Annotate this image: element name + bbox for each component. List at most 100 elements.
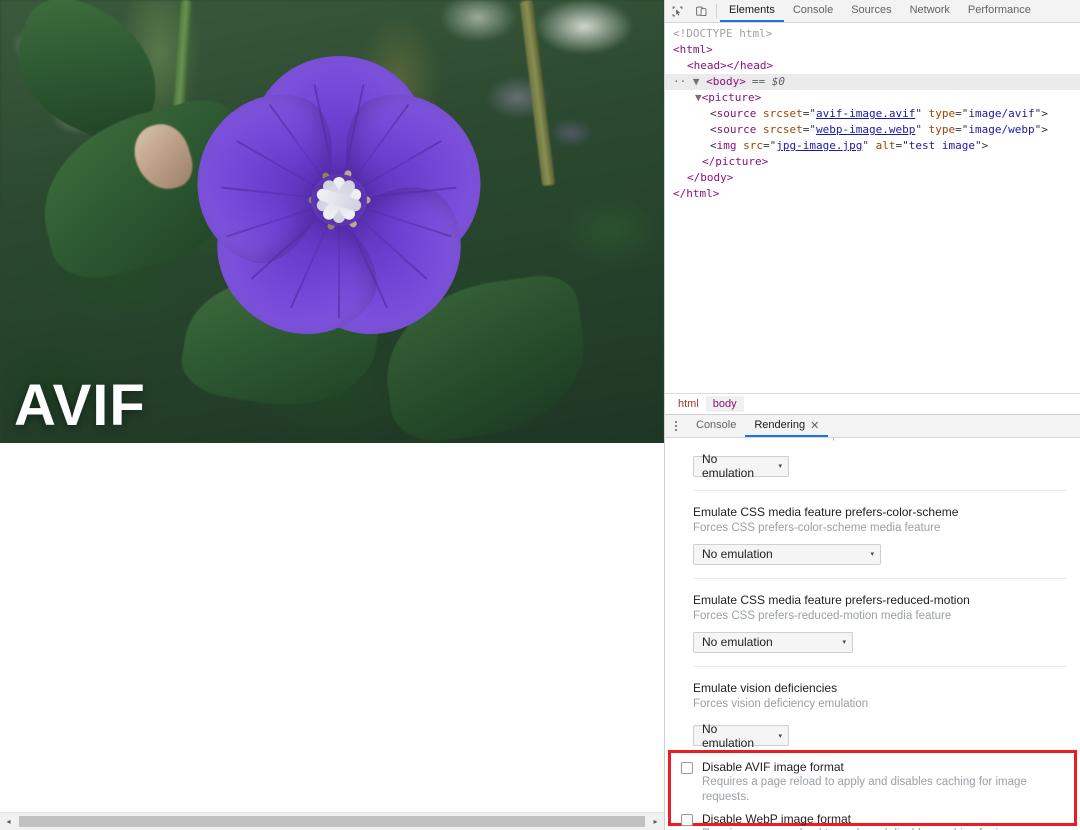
tab-performance[interactable]: Performance (959, 0, 1040, 22)
avif-srcset-value[interactable]: avif-image.avif (816, 107, 915, 120)
img-src-value[interactable]: jpg-image.jpg (776, 139, 862, 152)
image-format-label: AVIF (14, 377, 146, 435)
section-divider (693, 578, 1066, 579)
rendering-section-prefers-reduced-motion: Emulate CSS media feature prefers-reduce… (665, 592, 1080, 653)
disable-webp-checkbox[interactable] (681, 814, 693, 826)
disable-avif-desc: Requires a page reload to apply and disa… (702, 775, 1068, 805)
tab-console[interactable]: Console (784, 0, 842, 22)
scroll-right-arrow-icon[interactable]: ▸ (647, 813, 664, 830)
picture-close-tag: </picture> (702, 155, 768, 168)
dom-line-head[interactable]: <head></head> (665, 58, 1080, 74)
picture-open-tag: <picture> (702, 91, 762, 104)
prefers-contrast-select[interactable]: No emulation ▾ (693, 456, 789, 477)
webp-type-value: image/webp (968, 123, 1034, 136)
type-attr-name: type (929, 123, 956, 136)
device-toolbar-icon[interactable] (689, 0, 713, 22)
body-open-tag: <body> (706, 75, 746, 88)
alt-attr-name: alt (876, 139, 896, 152)
dom-line-doctype[interactable]: <!DOCTYPE html> (665, 26, 1080, 42)
scrollbar-thumb[interactable] (19, 816, 645, 827)
tab-network[interactable]: Network (901, 0, 959, 22)
prefers-reduced-motion-select-value: No emulation (702, 635, 773, 649)
disable-avif-checkbox[interactable] (681, 762, 693, 774)
rendering-section-vision-deficiencies: Emulate vision deficiencies Forces visio… (665, 680, 1080, 747)
breadcrumb-item-body[interactable]: body (706, 396, 744, 412)
rendering-section-prefers-color-scheme: Emulate CSS media feature prefers-color-… (665, 504, 1080, 565)
tab-elements[interactable]: Elements (720, 0, 784, 22)
devtools-tabbar: Elements Console Sources Network Perform… (665, 0, 1080, 23)
inspect-element-icon[interactable] (665, 0, 689, 22)
prefers-color-scheme-title: Emulate CSS media feature prefers-color-… (693, 504, 1066, 520)
img-tag-name: img (717, 139, 737, 152)
dom-line-picture-open[interactable]: ▼<picture> (665, 90, 1080, 106)
vision-deficiencies-select[interactable]: No emulation ▾ (693, 725, 789, 746)
prefers-reduced-motion-title: Emulate CSS media feature prefers-reduce… (693, 592, 1066, 608)
chevron-down-icon: ▾ (778, 732, 782, 740)
doctype-text: <!DOCTYPE html> (673, 27, 772, 40)
close-icon[interactable]: ✕ (810, 419, 819, 432)
prefers-color-scheme-select[interactable]: No emulation ▾ (693, 544, 881, 565)
img-alt-value: test image (909, 139, 975, 152)
type-attr-name: type (929, 107, 956, 120)
prefers-reduced-motion-desc: Forces CSS prefers-reduced-motion media … (693, 609, 1066, 624)
page-horizontal-scrollbar[interactable]: ◂ ▸ (0, 812, 664, 830)
vision-deficiencies-select-value: No emulation (702, 722, 768, 750)
chevron-down-icon: ▾ (842, 638, 846, 646)
purple-balloon-flower (159, 35, 519, 365)
source-tag-name: source (717, 107, 757, 120)
clipped-section-above: Emulate CSS media feature prefers-contra… (665, 438, 1080, 444)
source-tag-name: source (717, 123, 757, 136)
section-divider (693, 490, 1066, 491)
html-open-tag: <html> (673, 43, 713, 56)
expand-arrow-icon[interactable]: ▼ (695, 91, 702, 104)
prefers-color-scheme-desc: Forces CSS prefers-color-scheme media fe… (693, 521, 1066, 536)
image-format-highlight-box: Disable AVIF image format Requires a pag… (668, 750, 1077, 826)
disable-avif-title: Disable AVIF image format (702, 760, 1068, 775)
rendering-section-prefers-contrast: No emulation ▾ (665, 450, 1080, 477)
breadcrumb-item-html[interactable]: html (671, 396, 706, 412)
more-options-icon[interactable] (665, 415, 687, 437)
clipped-section-label: Emulate CSS media feature prefers-contra… (693, 438, 909, 441)
drawer-tab-rendering[interactable]: Rendering ✕ (745, 415, 828, 437)
expand-arrow-icon[interactable]: ·· ▼ (673, 75, 706, 88)
dom-line-source-webp[interactable]: <source srcset="webp-image.webp" type="i… (665, 122, 1080, 138)
prefers-contrast-select-value: No emulation (702, 452, 768, 480)
selected-node-marker: == $0 (752, 75, 785, 88)
avif-type-value: image/avif (968, 107, 1034, 120)
dom-line-picture-close[interactable]: </picture> (665, 154, 1080, 170)
tab-sources[interactable]: Sources (842, 0, 900, 22)
breadcrumb: html body (665, 393, 1080, 414)
dom-tree[interactable]: <!DOCTYPE html> <html> <head></head> ·· … (665, 23, 1080, 393)
browser-page-viewport: AVIF ◂ ▸ (0, 0, 664, 830)
dom-line-html-close[interactable]: </html> (665, 186, 1080, 202)
toolbar-divider (716, 4, 717, 18)
src-attr-name: src (743, 139, 763, 152)
vision-deficiencies-title: Emulate vision deficiencies (693, 680, 1066, 696)
scroll-left-arrow-icon[interactable]: ◂ (0, 813, 17, 830)
dom-line-body-close[interactable]: </body> (665, 170, 1080, 186)
chevron-down-icon: ▾ (778, 462, 782, 470)
dom-line-body-open[interactable]: ·· ▼ <body> == $0 (665, 74, 1080, 90)
chevron-down-icon: ▾ (870, 550, 874, 558)
html-close-tag: </html> (673, 187, 719, 200)
srcset-attr-name: srcset (763, 107, 803, 120)
dom-line-html-open[interactable]: <html> (665, 42, 1080, 58)
webp-srcset-value[interactable]: webp-image.webp (816, 123, 915, 136)
head-tag: <head></head> (687, 59, 773, 72)
vision-deficiencies-desc: Forces vision deficiency emulation (693, 697, 1066, 712)
devtools-panel: Elements Console Sources Network Perform… (664, 0, 1080, 830)
dom-line-img[interactable]: <img src="jpg-image.jpg" alt="test image… (665, 138, 1080, 154)
prefers-reduced-motion-select[interactable]: No emulation ▾ (693, 632, 853, 653)
drawer-tabbar: Console Rendering ✕ (665, 415, 1080, 438)
section-divider (693, 666, 1066, 667)
disable-webp-title: Disable WebP image format (702, 812, 1068, 827)
drawer-tab-console[interactable]: Console (687, 415, 745, 437)
disable-avif-row[interactable]: Disable AVIF image format Requires a pag… (671, 753, 1074, 805)
prefers-color-scheme-select-value: No emulation (702, 547, 773, 561)
avif-test-image: AVIF (0, 0, 664, 443)
drawer-tab-rendering-label: Rendering (754, 419, 805, 431)
dom-line-source-avif[interactable]: <source srcset="avif-image.avif" type="i… (665, 106, 1080, 122)
devtools-drawer: Console Rendering ✕ Emulate CSS media fe… (665, 414, 1080, 830)
body-close-tag: </body> (687, 171, 733, 184)
disable-webp-row[interactable]: Disable WebP image format Requires a pag… (671, 805, 1074, 830)
